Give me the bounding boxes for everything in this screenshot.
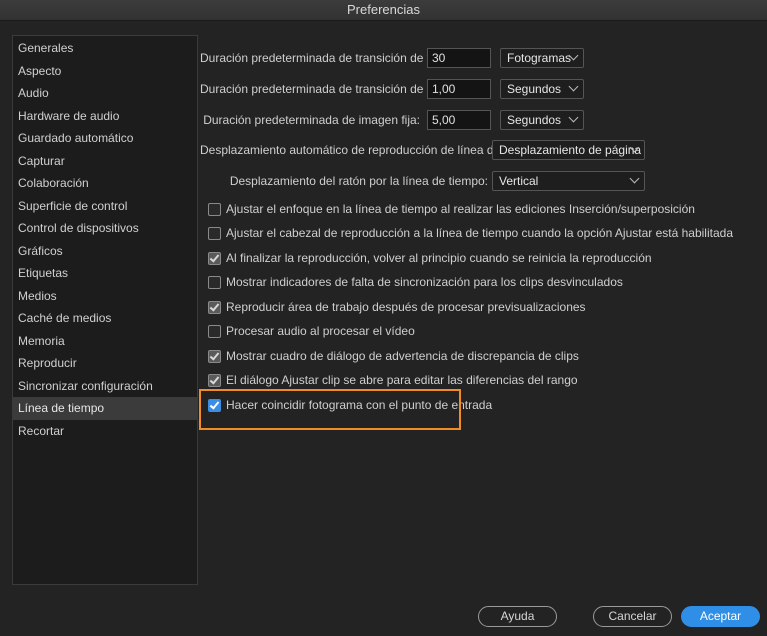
- checkbox-label: Mostrar cuadro de diálogo de advertencia…: [226, 349, 579, 363]
- audio-transition-label: Duración predeterminada de transición de…: [200, 82, 460, 96]
- playback-autoscroll-label: Desplazamiento automático de reproducció…: [200, 143, 543, 157]
- still-image-unit-select[interactable]: Segundos: [500, 110, 584, 130]
- checkbox-label: El diálogo Ajustar clip se abre para edi…: [226, 373, 578, 387]
- return-to-start-checkbox[interactable]: [208, 251, 221, 265]
- sidebar-item-linea-tiempo[interactable]: Línea de tiempo: [13, 397, 197, 420]
- sidebar-item-hardware-audio[interactable]: Hardware de audio: [13, 105, 197, 128]
- sidebar-item-reproducir[interactable]: Reproducir: [13, 352, 197, 375]
- playback-autoscroll-value: Desplazamiento de página: [499, 143, 642, 157]
- checkbox-row[interactable]: El diálogo Ajustar clip se abre para edi…: [208, 370, 578, 390]
- render-audio-checkbox[interactable]: [208, 324, 221, 338]
- checkbox-row[interactable]: Reproducir área de trabajo después de pr…: [208, 297, 586, 317]
- sidebar-item-capturar[interactable]: Capturar: [13, 150, 197, 173]
- sidebar-item-sincronizar[interactable]: Sincronizar configuración: [13, 375, 197, 398]
- sidebar-item-graficos[interactable]: Gráficos: [13, 240, 197, 263]
- sidebar-item-generales[interactable]: Generales: [13, 37, 197, 60]
- out-of-sync-checkbox[interactable]: [208, 275, 221, 289]
- video-transition-unit-value: Fotogramas: [507, 51, 572, 65]
- still-image-input[interactable]: 5,00: [427, 110, 491, 130]
- ok-button[interactable]: Aceptar: [681, 606, 760, 627]
- chevron-down-icon: [629, 173, 640, 184]
- cancel-button[interactable]: Cancelar: [593, 606, 672, 627]
- play-work-area-checkbox[interactable]: [208, 300, 221, 314]
- checkbox-label: Al finalizar la reproducción, volver al …: [226, 251, 652, 265]
- chevron-down-icon: [568, 112, 579, 123]
- sidebar-item-colaboracion[interactable]: Colaboración: [13, 172, 197, 195]
- sidebar-item-audio[interactable]: Audio: [13, 82, 197, 105]
- checkbox-label: Mostrar indicadores de falta de sincroni…: [226, 275, 623, 289]
- snap-playhead-checkbox[interactable]: [208, 226, 221, 240]
- checkbox-row[interactable]: Mostrar indicadores de falta de sincroni…: [208, 272, 623, 292]
- checkbox-label: Procesar audio al procesar el vídeo: [226, 324, 415, 338]
- mouse-scroll-value: Vertical: [499, 174, 539, 188]
- checkbox-row[interactable]: Ajustar el cabezal de reproducción a la …: [208, 223, 733, 243]
- chevron-down-icon: [568, 81, 579, 92]
- sidebar-item-memoria[interactable]: Memoria: [13, 330, 197, 353]
- sidebar-item-cache-medios[interactable]: Caché de medios: [13, 307, 197, 330]
- video-transition-label: Duración predeterminada de transición de…: [200, 51, 460, 65]
- checkbox-label: Ajustar el enfoque en la línea de tiempo…: [226, 202, 695, 216]
- audio-transition-unit-value: Segundos: [507, 82, 562, 96]
- mouse-scroll-label: Desplazamiento del ratón por la línea de…: [229, 174, 488, 188]
- sidebar-item-aspecto[interactable]: Aspecto: [13, 60, 197, 83]
- checkbox-label: Reproducir área de trabajo después de pr…: [226, 300, 586, 314]
- still-image-label: Duración predeterminada de imagen fija:: [203, 113, 420, 127]
- mouse-scroll-select[interactable]: Vertical: [492, 171, 645, 191]
- sidebar-item-etiquetas[interactable]: Etiquetas: [13, 262, 197, 285]
- checkbox-row[interactable]: Al finalizar la reproducción, volver al …: [208, 248, 652, 268]
- audio-transition-input[interactable]: 1,00: [427, 79, 491, 99]
- help-button[interactable]: Ayuda: [478, 606, 557, 627]
- video-transition-input[interactable]: 30: [427, 48, 491, 68]
- sidebar-item-control-dispositivos[interactable]: Control de dispositivos: [13, 217, 197, 240]
- sidebar-item-medios[interactable]: Medios: [13, 285, 197, 308]
- audio-transition-unit-select[interactable]: Segundos: [500, 79, 584, 99]
- clip-mismatch-warning-checkbox[interactable]: [208, 349, 221, 363]
- highlight-box: [199, 389, 461, 430]
- video-transition-unit-select[interactable]: Fotogramas: [500, 48, 584, 68]
- fit-clip-dialog-checkbox[interactable]: [208, 373, 221, 387]
- still-image-unit-value: Segundos: [507, 113, 562, 127]
- preferences-sidebar: Generales Aspecto Audio Hardware de audi…: [12, 35, 198, 585]
- checkbox-row[interactable]: Ajustar el enfoque en la línea de tiempo…: [208, 199, 695, 219]
- window-title: Preferencias: [0, 0, 767, 21]
- sidebar-item-superficie-control[interactable]: Superficie de control: [13, 195, 197, 218]
- checkbox-label: Ajustar el cabezal de reproducción a la …: [226, 226, 733, 240]
- playback-autoscroll-select[interactable]: Desplazamiento de página: [492, 140, 645, 160]
- snap-focus-checkbox[interactable]: [208, 202, 221, 216]
- sidebar-item-recortar[interactable]: Recortar: [13, 420, 197, 443]
- sidebar-item-guardado-automatico[interactable]: Guardado automático: [13, 127, 197, 150]
- checkbox-row[interactable]: Mostrar cuadro de diálogo de advertencia…: [208, 346, 579, 366]
- checkbox-row[interactable]: Procesar audio al procesar el vídeo: [208, 321, 415, 341]
